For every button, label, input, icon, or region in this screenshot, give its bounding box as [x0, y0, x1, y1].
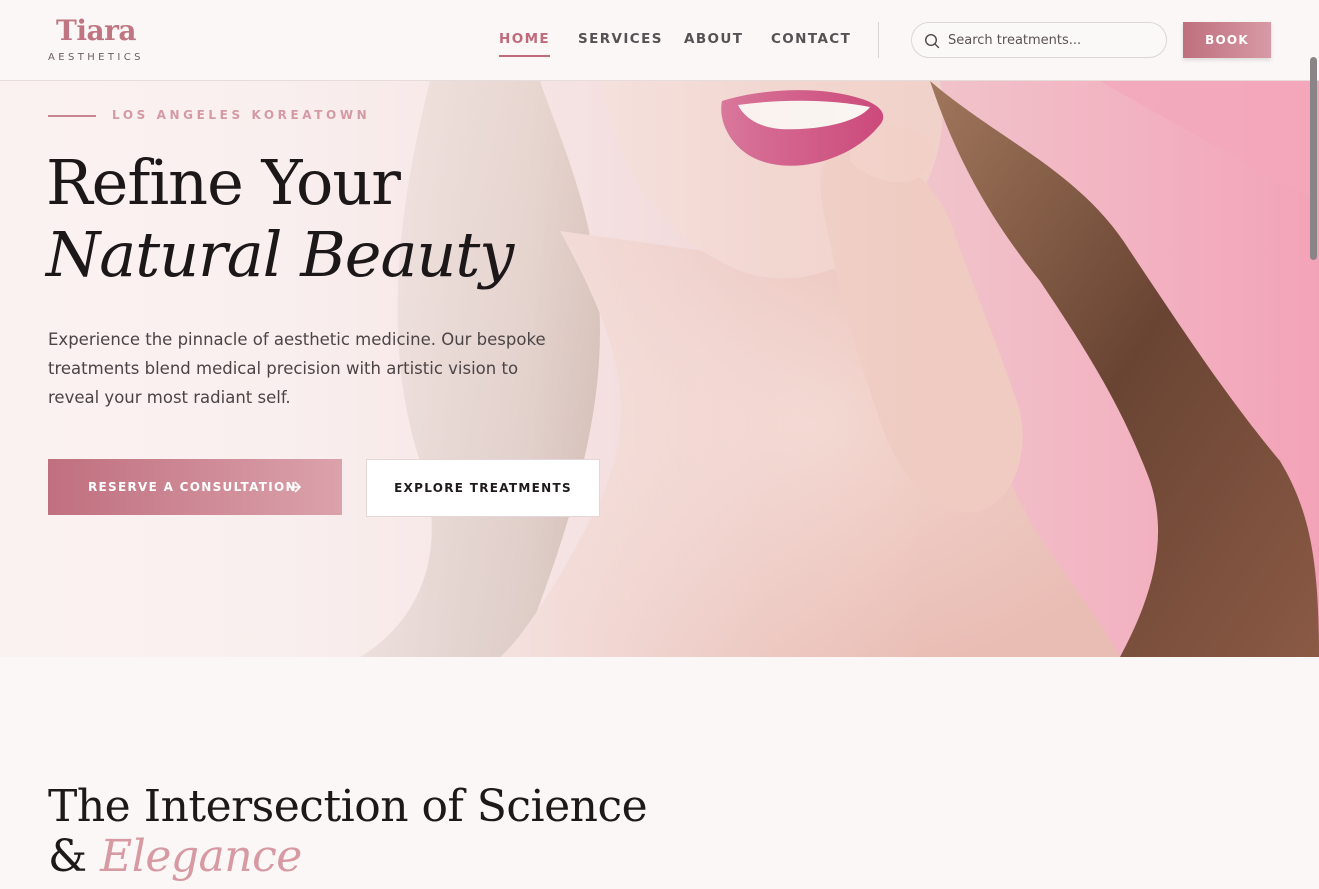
- hero-title-line1: Refine Your: [46, 146, 401, 219]
- search-box[interactable]: [911, 22, 1167, 58]
- hero-title-line2: Natural Beauty: [46, 218, 514, 291]
- book-button[interactable]: BOOK: [1183, 22, 1271, 58]
- hero-section: LOS ANGELES KOREATOWN Refine Your Natura…: [0, 81, 1319, 657]
- section-title: The Intersection of Science & Elegance: [48, 781, 648, 882]
- arrow-right-icon: [288, 481, 301, 493]
- section-title-accent: Elegance: [100, 831, 302, 882]
- logo-name: Tiara: [56, 14, 137, 47]
- scrollbar-thumb[interactable]: [1310, 57, 1317, 260]
- reserve-consultation-label: RESERVE A CONSULTATION: [88, 480, 297, 494]
- hero-eyebrow: LOS ANGELES KOREATOWN: [112, 108, 371, 122]
- nav-item-contact[interactable]: CONTACT: [771, 31, 851, 57]
- search-icon: [924, 33, 940, 49]
- section-title-line1: The Intersection of Science: [48, 781, 648, 832]
- explore-treatments-button[interactable]: EXPLORE TREATMENTS: [366, 459, 600, 517]
- nav-item-home[interactable]: HOME: [499, 31, 551, 57]
- eyebrow-line: [48, 115, 96, 117]
- section-title-prefix: &: [48, 831, 101, 882]
- nav-divider: [878, 22, 879, 58]
- hero-description: Experience the pinnacle of aesthetic med…: [48, 330, 546, 407]
- logo[interactable]: Tiara AESTHETICS: [48, 14, 144, 63]
- nav-item-about[interactable]: ABOUT: [684, 31, 743, 57]
- search-input[interactable]: [948, 23, 1158, 57]
- reserve-consultation-button[interactable]: RESERVE A CONSULTATION: [48, 459, 342, 515]
- hero-title: Refine Your Natural Beauty: [46, 146, 514, 291]
- site-header: Tiara AESTHETICS HOME SERVICES ABOUT CON…: [0, 0, 1319, 81]
- logo-tagline: AESTHETICS: [48, 52, 144, 63]
- nav-item-services[interactable]: SERVICES: [578, 31, 663, 57]
